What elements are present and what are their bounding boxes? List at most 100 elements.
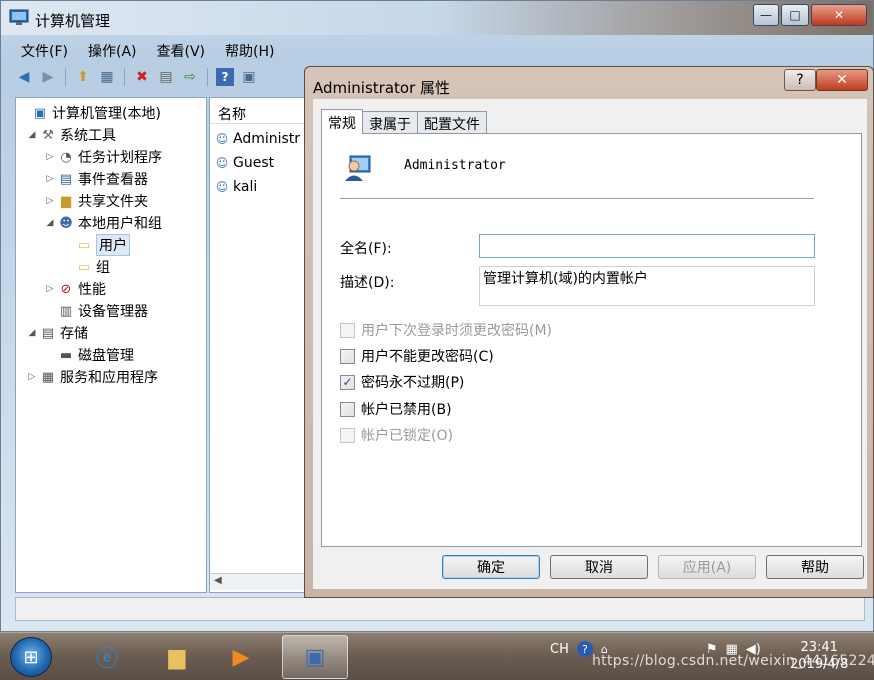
must-change-password-checkbox: 用户下次登录时须更改密码(M) bbox=[340, 320, 552, 340]
minimize-button[interactable]: — bbox=[753, 4, 779, 26]
tree-item-storage[interactable]: ◢ ▤ 存储 bbox=[26, 322, 88, 344]
checkbox-box[interactable] bbox=[340, 348, 355, 364]
dialog-body: 常规 隶属于 配置文件 Administrator 全名(F): 描述(D): … bbox=[313, 99, 867, 589]
tab-profile[interactable]: 配置文件 bbox=[417, 111, 487, 133]
ok-button[interactable]: 确定 bbox=[442, 555, 540, 579]
menu-view[interactable]: 查看(V) bbox=[145, 38, 214, 62]
tab-member-of[interactable]: 隶属于 bbox=[362, 111, 418, 133]
tree-item-event-viewer[interactable]: ▷ ▤ 事件查看器 bbox=[44, 168, 148, 190]
check-mark-icon[interactable]: ✓ bbox=[340, 374, 355, 390]
help-tray-icon[interactable]: ? bbox=[576, 641, 593, 657]
tree-item-groups[interactable]: ▭ 组 bbox=[62, 256, 110, 278]
toolbar-separator bbox=[207, 68, 208, 86]
collapsed-arrow-icon[interactable]: ▷ bbox=[44, 284, 56, 294]
taskbar: ⊞ ⓔ ▆ ▶ ▣ CH ? ⌂ ⚑ ▦ ◀) https://blog.csd… bbox=[0, 632, 874, 680]
internet-explorer-taskbar-button[interactable]: ⓔ bbox=[76, 635, 138, 679]
delete-icon[interactable]: ✖ bbox=[133, 68, 151, 86]
forward-arrow-icon[interactable]: ▶ bbox=[39, 68, 57, 86]
services-icon: ▦ bbox=[41, 369, 55, 385]
folder-icon: ▭ bbox=[77, 259, 91, 275]
tree-item-label: 磁盘管理 bbox=[78, 348, 134, 364]
general-tab-panel: Administrator 全名(F): 描述(D): 管理计算机(域)的内置帐… bbox=[321, 133, 862, 547]
clock-icon: ◔ bbox=[60, 149, 72, 165]
tree-item-computer-management[interactable]: ▣ 计算机管理(本地) bbox=[18, 102, 161, 124]
clock[interactable]: 23:41 2019/4/8 bbox=[790, 639, 848, 673]
collapsed-arrow-icon[interactable]: ▷ bbox=[44, 174, 56, 184]
collapsed-arrow-icon[interactable]: ▷ bbox=[26, 372, 38, 382]
up-folder-icon[interactable]: ⬆ bbox=[74, 68, 92, 86]
tree-item-users[interactable]: ▭ 用户 bbox=[62, 234, 130, 256]
description-field[interactable]: 管理计算机(域)的内置帐户 bbox=[479, 266, 815, 306]
computer-management-icon bbox=[9, 9, 29, 25]
help-icon[interactable]: ? bbox=[216, 68, 234, 86]
password-never-expires-checkbox[interactable]: ✓ 密码永不过期(P) bbox=[340, 372, 464, 392]
computer-management-icon: ▣ bbox=[33, 105, 47, 121]
collapsed-arrow-icon[interactable]: ▷ bbox=[44, 152, 56, 162]
list-item-label: kali bbox=[233, 179, 258, 195]
fullname-field[interactable] bbox=[479, 234, 815, 258]
export-list-icon[interactable]: ⇨ bbox=[181, 68, 199, 86]
device-manager-icon: ▥ bbox=[59, 303, 73, 319]
explorer-taskbar-button[interactable]: ▆ bbox=[146, 635, 208, 679]
expanded-arrow-icon[interactable]: ◢ bbox=[26, 328, 38, 338]
tree-item-label: 系统工具 bbox=[60, 128, 116, 144]
list-item-kali[interactable]: ☺ kali bbox=[214, 176, 258, 198]
tree-item-services-apps[interactable]: ▷ ▦ 服务和应用程序 bbox=[26, 366, 158, 388]
properties-icon[interactable]: ▤ bbox=[157, 68, 175, 86]
tree-item-label: 服务和应用程序 bbox=[60, 370, 158, 386]
ime-indicator[interactable]: CH bbox=[550, 642, 569, 657]
column-header-name[interactable]: 名称 bbox=[210, 98, 318, 124]
tab-general[interactable]: 常规 bbox=[321, 109, 363, 134]
user-icon: ☺ bbox=[215, 132, 229, 146]
tree-item-performance[interactable]: ▷ ⊘ 性能 bbox=[44, 278, 106, 300]
computer-management-icon: ▣ bbox=[304, 644, 326, 670]
tree-item-shared-folders[interactable]: ▷ ▆ 共享文件夹 bbox=[44, 190, 148, 212]
list-item-label: Administr bbox=[233, 131, 301, 147]
menu-file[interactable]: 文件(F) bbox=[9, 38, 76, 62]
help-button[interactable]: 帮助 bbox=[766, 555, 864, 579]
tree-item-label: 存储 bbox=[60, 326, 88, 342]
account-disabled-checkbox[interactable]: 帐户已禁用(B) bbox=[340, 399, 452, 419]
dialog-close-button[interactable]: ✕ bbox=[816, 69, 868, 91]
folder-icon: ▆ bbox=[168, 644, 186, 670]
checkbox-box bbox=[340, 427, 355, 443]
tree-item-disk-management[interactable]: ▬ 磁盘管理 bbox=[44, 344, 134, 366]
dialog-help-button[interactable]: ? bbox=[784, 69, 816, 91]
cancel-button[interactable]: 取消 bbox=[550, 555, 648, 579]
start-button[interactable]: ⊞ bbox=[10, 637, 52, 677]
tree-item-label: 本地用户和组 bbox=[78, 216, 162, 232]
show-hide-tree-icon[interactable]: ▦ bbox=[98, 68, 116, 86]
tree-item-device-manager[interactable]: ▥ 设备管理器 bbox=[44, 300, 148, 322]
title-bar[interactable]: 计算机管理 — □ ✕ bbox=[1, 1, 873, 35]
list-item-administrator[interactable]: ☺ Administr bbox=[214, 128, 300, 150]
computer-management-taskbar-button[interactable]: ▣ bbox=[282, 635, 348, 679]
media-player-icon: ▶ bbox=[232, 644, 250, 670]
tree-item-system-tools[interactable]: ◢ ⚒ 系统工具 bbox=[26, 124, 116, 146]
clock-date: 2019/4/8 bbox=[790, 657, 849, 672]
windows-logo-icon: ⊞ bbox=[23, 646, 39, 668]
close-button[interactable]: ✕ bbox=[811, 4, 867, 26]
expanded-arrow-icon[interactable]: ◢ bbox=[44, 218, 56, 228]
show-action-pane-icon[interactable]: ▣ bbox=[240, 68, 258, 86]
checkbox-label: 用户不能更改密码(C) bbox=[361, 349, 494, 365]
cannot-change-password-checkbox[interactable]: 用户不能更改密码(C) bbox=[340, 346, 494, 366]
list-item-guest[interactable]: ☺ Guest bbox=[214, 152, 274, 174]
horizontal-scrollbar[interactable]: ◀ bbox=[210, 573, 310, 590]
menu-action[interactable]: 操作(A) bbox=[76, 38, 145, 62]
apply-button: 应用(A) bbox=[658, 555, 756, 579]
expanded-arrow-icon[interactable]: ◢ bbox=[26, 130, 38, 140]
tree-item-label: 组 bbox=[96, 260, 110, 276]
collapsed-arrow-icon[interactable]: ▷ bbox=[44, 196, 56, 206]
fullname-label: 全名(F): bbox=[340, 241, 392, 257]
menu-help[interactable]: 帮助(H) bbox=[213, 38, 282, 62]
toolbar-separator bbox=[65, 68, 66, 86]
media-player-taskbar-button[interactable]: ▶ bbox=[210, 635, 272, 679]
back-arrow-icon[interactable]: ◀ bbox=[15, 68, 33, 86]
tree-item-local-users-groups[interactable]: ◢ ☻ 本地用户和组 bbox=[44, 212, 162, 234]
checkbox-box[interactable] bbox=[340, 401, 355, 417]
maximize-button[interactable]: □ bbox=[781, 4, 809, 26]
tree-item-label: 性能 bbox=[78, 282, 106, 298]
scroll-left-icon[interactable]: ◀ bbox=[214, 575, 222, 586]
tree-item-task-scheduler[interactable]: ▷ ◔ 任务计划程序 bbox=[44, 146, 162, 168]
tree-item-label: 任务计划程序 bbox=[78, 150, 162, 166]
